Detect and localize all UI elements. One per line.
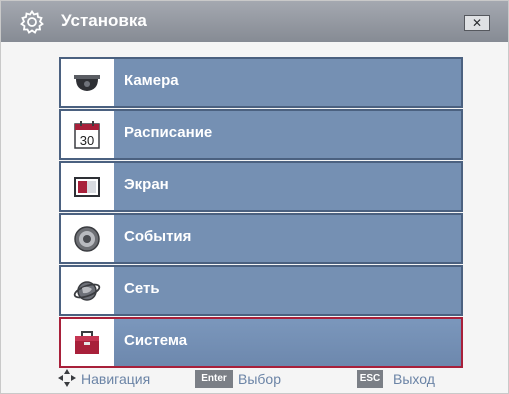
menu-item-label: Экран [124, 176, 169, 193]
network-icon [73, 281, 101, 301]
calendar-icon: 30 [74, 121, 100, 149]
toolbox-icon [75, 331, 99, 354]
close-button[interactable]: ✕ [464, 15, 490, 31]
event-icon [74, 226, 100, 252]
setup-dialog: Установка ✕ Камера 30 Расписание Экран С… [0, 0, 509, 394]
menu-item-label: Сеть [124, 280, 160, 297]
menu-item-network[interactable]: Сеть [59, 265, 463, 316]
navigation-hint: Навигация [81, 371, 151, 387]
display-icon [74, 177, 100, 197]
navigation-arrows-icon [58, 369, 76, 387]
menu-item-label: События [124, 228, 192, 245]
menu-item-schedule[interactable]: 30 Расписание [59, 109, 463, 160]
menu-item-system[interactable]: Система [59, 317, 463, 368]
esc-key-badge: ESC [357, 370, 383, 388]
enter-key-badge: Enter [195, 370, 233, 388]
camera-icon [74, 75, 100, 91]
select-hint: Выбор [238, 371, 281, 387]
menu-item-label: Система [124, 332, 188, 349]
menu-item-label: Камера [124, 72, 179, 89]
svg-text:30: 30 [80, 133, 94, 148]
title-bar: Установка ✕ [1, 1, 508, 42]
menu-item-display[interactable]: Экран [59, 161, 463, 212]
window-title: Установка [61, 11, 147, 30]
menu-item-camera[interactable]: Камера [59, 57, 463, 108]
gear-icon [20, 9, 44, 34]
exit-hint: Выход [393, 371, 435, 387]
setup-menu: Камера 30 Расписание Экран События Сеть … [59, 57, 463, 369]
menu-item-label: Расписание [124, 124, 213, 141]
footer-hints: Навигация Enter Выбор ESC Выход [1, 365, 508, 393]
menu-item-events[interactable]: События [59, 213, 463, 264]
